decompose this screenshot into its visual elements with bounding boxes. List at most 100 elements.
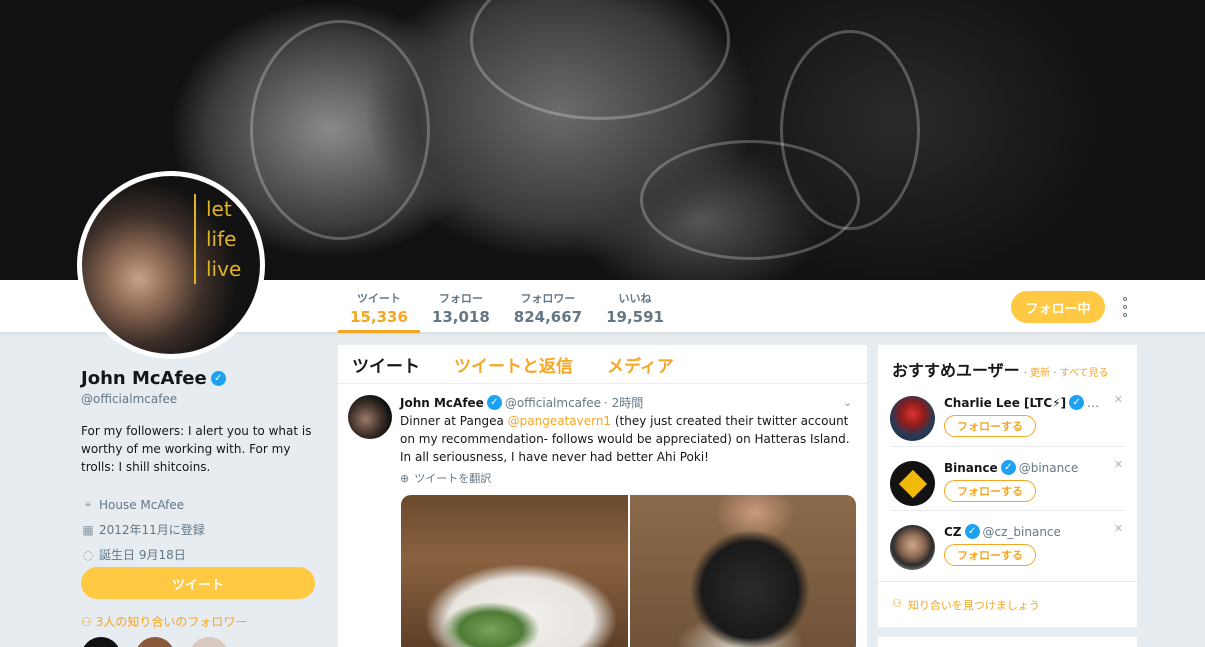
user-name-row: CZ ✓ @cz_binance <box>944 524 1109 539</box>
tweet-author-handle[interactable]: @officialmcafee <box>505 396 601 410</box>
tweet-media <box>401 495 856 647</box>
profile-location: ⌖ House McAfee <box>81 492 321 517</box>
user-avatar[interactable] <box>890 461 935 506</box>
user-avatar[interactable] <box>890 525 935 570</box>
find-friends-text: 知り合いを見つけましょう <box>907 599 1040 612</box>
profile-avatar[interactable]: let life live <box>77 171 265 359</box>
profile-card: John McAfee ✓ @officialmcafee For my fol… <box>81 368 321 567</box>
tab-tweets[interactable]: ツイート <box>352 352 420 377</box>
follow-button[interactable]: フォローする <box>944 480 1036 502</box>
profile-birthday: ◌ 誕生日 9月18日 <box>81 542 321 567</box>
stat-followers[interactable]: フォロワー 824,667 <box>502 280 594 333</box>
tab-tweets-replies[interactable]: ツイートと返信 <box>454 352 573 377</box>
suggested-user[interactable]: Charlie Lee [LTC⚡] ✓ … フォローする ✕ <box>890 393 1125 457</box>
stat-label: ツイート <box>356 292 401 305</box>
verified-badge-icon: ✓ <box>1000 460 1016 475</box>
user-name-row: Charlie Lee [LTC⚡] ✓ … <box>944 395 1109 410</box>
globe-icon: ⊕ <box>400 471 410 485</box>
tweet-timestamp[interactable]: · 2時間 <box>604 394 643 411</box>
follow-button[interactable]: フォローする <box>944 544 1036 566</box>
divider <box>890 446 1125 447</box>
mini-avatar[interactable] <box>81 637 121 647</box>
who-to-follow-title: おすすめユーザー <box>892 361 1020 380</box>
chevron-down-icon[interactable]: ⌄ <box>843 396 855 409</box>
find-friends-link[interactable]: ⚇ 知り合いを見つけましょう <box>878 581 1137 627</box>
followers-you-know-avatars <box>81 637 229 647</box>
profile-stats: ツイート 15,336 フォロー 13,018 フォロワー 824,667 いい… <box>338 280 676 333</box>
tweet-mention-link[interactable]: @pangeatavern1 <box>508 414 611 428</box>
who-to-follow-header: おすすめユーザー · 更新 · すべて見る <box>878 345 1137 381</box>
followers-you-know-text: 3人の知り合いのフォロワー <box>95 615 248 629</box>
people-icon: ⚇ <box>892 597 902 610</box>
tweet-to-button[interactable]: ツイート <box>81 567 315 599</box>
profile-name-row: John McAfee ✓ <box>81 368 321 389</box>
user-name[interactable]: Binance <box>944 461 998 475</box>
avatar-image: let life live <box>82 176 260 354</box>
user-handle: @cz_binance <box>982 524 1061 539</box>
tweet-photo[interactable] <box>630 495 856 647</box>
user-avatar[interactable] <box>890 396 935 441</box>
trends-panel <box>878 637 1137 647</box>
joined-text: 2012年11月に登録 <box>99 523 205 537</box>
avatar-text-line: live <box>206 257 242 281</box>
followers-you-know-link[interactable]: ⚇ 3人の知り合いのフォロワー <box>81 613 247 630</box>
avatar-text-line: life <box>206 227 237 251</box>
stat-value: 19,591 <box>606 308 664 326</box>
stat-value: 824,667 <box>513 308 583 326</box>
profile-joined: ▦ 2012年11月に登録 <box>81 517 321 542</box>
balloon-icon: ◌ <box>82 547 94 562</box>
dismiss-close-icon[interactable]: ✕ <box>1114 522 1123 535</box>
verified-badge-icon: ✓ <box>1069 395 1085 410</box>
user-handle: … <box>1087 395 1100 410</box>
divider <box>890 510 1125 511</box>
profile-name[interactable]: John McAfee <box>81 368 207 389</box>
view-all-link[interactable]: すべて見る <box>1060 368 1109 379</box>
who-to-follow: おすすめユーザー · 更新 · すべて見る Charlie Lee [LTC⚡]… <box>878 345 1137 627</box>
dismiss-close-icon[interactable]: ✕ <box>1114 393 1123 406</box>
verified-badge-icon: ✓ <box>486 395 502 410</box>
user-name[interactable]: CZ <box>944 525 962 539</box>
mini-avatar[interactable] <box>189 637 229 647</box>
translate-text: ツイートを翻訳 <box>414 472 492 485</box>
user-name-row: Binance ✓ @binance <box>944 460 1109 475</box>
profile-bio: For my followers: I alert you to what is… <box>81 424 312 474</box>
stat-label: フォロワー <box>520 292 576 305</box>
stat-label: いいね <box>618 292 652 305</box>
stat-label: フォロー <box>438 292 483 305</box>
stat-value: 13,018 <box>431 308 490 326</box>
refresh-link[interactable]: 更新 <box>1030 368 1050 379</box>
timeline-tabs: ツイート ツイートと返信 メディア <box>338 345 867 384</box>
tab-media[interactable]: メディア <box>607 352 674 377</box>
stat-following[interactable]: フォロー 13,018 <box>420 280 502 333</box>
user-name[interactable]: Charlie Lee [LTC⚡] <box>944 396 1066 410</box>
avatar-logo-text: let life live <box>194 194 241 284</box>
mini-avatar[interactable] <box>135 637 175 647</box>
profile-handle[interactable]: @officialmcafee <box>81 392 321 406</box>
calendar-icon: ▦ <box>82 522 94 537</box>
tweet-author-name[interactable]: John McAfee <box>400 396 484 410</box>
suggested-user[interactable]: Binance ✓ @binance フォローする ✕ <box>890 458 1125 522</box>
tweet-avatar[interactable] <box>348 395 392 439</box>
stat-likes[interactable]: いいね 19,591 <box>594 280 676 333</box>
tweet-photo[interactable] <box>401 495 628 647</box>
user-handle: @binance <box>1018 460 1079 475</box>
following-button[interactable]: フォロー中 <box>1011 291 1105 323</box>
translate-tweet-link[interactable]: ⊕ ツイートを翻訳 <box>400 470 857 486</box>
more-options-icon[interactable] <box>1118 297 1132 317</box>
stat-tweets[interactable]: ツイート 15,336 <box>338 280 420 333</box>
birthday-text: 誕生日 9月18日 <box>99 548 186 562</box>
tweet[interactable]: John McAfee ✓ @officialmcafee · 2時間 ⌄ Di… <box>338 384 867 486</box>
follow-button[interactable]: フォローする <box>944 415 1036 437</box>
verified-badge-icon: ✓ <box>210 371 226 386</box>
verified-badge-icon: ✓ <box>964 524 980 539</box>
location-pin-icon: ⌖ <box>84 497 92 511</box>
profile-meta: ⌖ House McAfee ▦ 2012年11月に登録 ◌ 誕生日 9月18日 <box>81 492 321 567</box>
tweet-header: John McAfee ✓ @officialmcafee · 2時間 <box>400 394 857 411</box>
suggested-user[interactable]: CZ ✓ @cz_binance フォローする ✕ <box>890 522 1125 586</box>
location-text: House McAfee <box>99 497 185 512</box>
stat-value: 15,336 <box>350 308 408 326</box>
timeline: ツイート ツイートと返信 メディア John McAfee ✓ @officia… <box>338 345 867 647</box>
dismiss-close-icon[interactable]: ✕ <box>1114 458 1123 471</box>
avatar-text-line: let <box>206 197 232 221</box>
person-icon: ⚇ <box>81 614 92 629</box>
